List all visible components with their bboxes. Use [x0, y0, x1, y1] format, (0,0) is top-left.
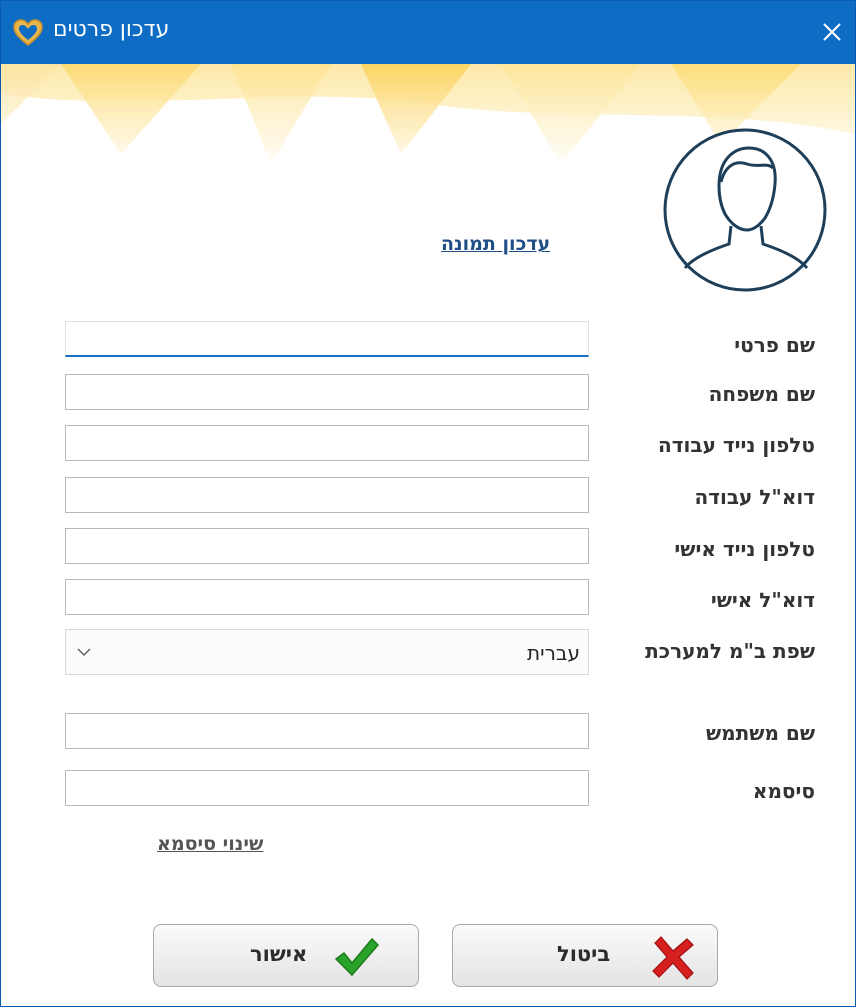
- work-email-label: דוא"ל עבודה: [694, 485, 815, 509]
- cancel-button-label: ביטול: [557, 942, 611, 966]
- update-details-dialog: עדכון פרטים עדכון תמונה שם פרטי שם משפחה…: [0, 0, 856, 1007]
- confirm-button-label: אישור: [250, 942, 308, 966]
- user-avatar-icon[interactable]: [661, 126, 829, 294]
- language-label: שפת ב"מ למערכת: [645, 639, 815, 663]
- update-photo-link[interactable]: עדכון תמונה: [441, 233, 550, 255]
- password-input[interactable]: [65, 770, 589, 806]
- change-password-link[interactable]: שינוי סיסמא: [157, 833, 263, 855]
- last-name-input[interactable]: [65, 374, 589, 410]
- language-select[interactable]: עברית: [65, 629, 589, 675]
- window-title: עדכון פרטים: [53, 17, 170, 42]
- password-label: סיסמא: [752, 779, 815, 803]
- first-name-input[interactable]: [65, 321, 589, 357]
- checkmark-icon: [334, 937, 380, 977]
- work-email-input[interactable]: [65, 477, 589, 513]
- red-x-icon: [652, 936, 694, 980]
- cancel-button[interactable]: ביטול: [452, 924, 718, 987]
- personal-mobile-input[interactable]: [65, 528, 589, 564]
- last-name-label: שם משפחה: [708, 382, 815, 406]
- personal-email-input[interactable]: [65, 579, 589, 615]
- personal-mobile-label: טלפון נייד אישי: [674, 537, 815, 561]
- personal-email-label: דוא"ל אישי: [710, 588, 815, 612]
- confirm-button[interactable]: אישור: [153, 924, 419, 987]
- close-icon[interactable]: [815, 15, 849, 49]
- chevron-down-icon: [77, 648, 91, 656]
- heart-logo-icon: [13, 19, 43, 46]
- first-name-label: שם פרטי: [734, 333, 815, 357]
- work-mobile-input[interactable]: [65, 425, 589, 461]
- title-bar[interactable]: עדכון פרטים: [1, 1, 855, 64]
- language-selected-value: עברית: [527, 641, 580, 665]
- username-input[interactable]: [65, 713, 589, 749]
- username-label: שם משתמש: [706, 721, 815, 745]
- work-mobile-label: טלפון נייד עבודה: [658, 433, 815, 457]
